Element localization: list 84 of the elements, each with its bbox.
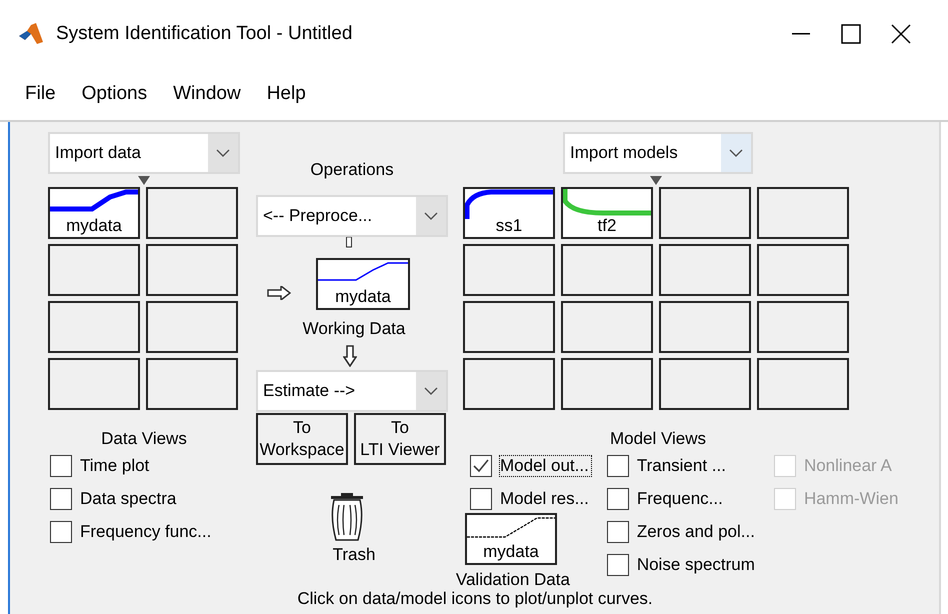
checkbox-label[interactable]: Transient ... <box>636 456 726 476</box>
empty-tile[interactable] <box>757 244 849 296</box>
checkbox-label[interactable]: Data spectra <box>80 488 176 508</box>
chevron-down-icon <box>424 387 438 395</box>
empty-tile[interactable] <box>463 244 555 296</box>
checkbox-label[interactable]: Model out... <box>500 456 591 476</box>
maximize-icon[interactable] <box>841 24 861 44</box>
checkbox[interactable] <box>606 454 629 476</box>
hint-text: Click on data/model icons to plot/unplot curves. <box>296 590 654 608</box>
section-title: Operations <box>309 160 395 180</box>
empty-tile[interactable] <box>659 187 751 239</box>
chevron-down-icon <box>424 212 438 220</box>
checkbox[interactable] <box>470 488 492 510</box>
checkbox[interactable] <box>606 488 629 510</box>
empty-tile[interactable] <box>146 358 238 410</box>
tile-label: mydata <box>334 287 392 307</box>
dropdown[interactable]: Estimate --> <box>256 370 448 412</box>
checkbox[interactable] <box>50 488 72 510</box>
dropdown[interactable]: <-- Preproce... <box>256 195 448 237</box>
curve-icon <box>467 515 555 539</box>
empty-tile[interactable] <box>561 301 653 353</box>
checkbox[interactable] <box>50 520 72 542</box>
chevron-down-icon <box>729 149 743 157</box>
empty-tile[interactable] <box>561 244 653 296</box>
empty-tile[interactable] <box>48 244 140 296</box>
tile-label: mydata <box>65 216 123 236</box>
tile-label: mydata <box>482 542 540 562</box>
dropdown[interactable]: Import data <box>48 132 240 174</box>
app-logo-icon <box>18 22 44 46</box>
model-tile[interactable]: tf2 <box>561 187 653 239</box>
checkbox-label[interactable]: Time plot <box>80 456 150 476</box>
checkbox-label[interactable]: Noise spectrum <box>636 554 755 574</box>
checkbox[interactable] <box>470 454 492 476</box>
curve-icon <box>318 260 408 282</box>
checkbox-label[interactable]: Frequenc... <box>636 488 723 508</box>
section-title: Model Views <box>608 429 708 449</box>
checkbox-label[interactable]: Frequency func... <box>80 522 212 542</box>
empty-tile[interactable] <box>146 244 238 296</box>
empty-tile[interactable] <box>757 187 849 239</box>
empty-tile[interactable] <box>463 301 555 353</box>
data-tile[interactable]: mydata <box>48 187 140 239</box>
empty-tile[interactable] <box>659 301 751 353</box>
empty-tile[interactable] <box>757 301 849 353</box>
empty-tile[interactable] <box>463 358 555 410</box>
menu-item[interactable]: Options <box>72 79 156 109</box>
empty-tile[interactable] <box>659 244 751 296</box>
tile-label: tf2 <box>596 216 618 236</box>
data-tile[interactable]: mydata <box>465 513 557 565</box>
model-tile[interactable]: ss1 <box>463 187 555 239</box>
caption: Working Data <box>302 319 406 339</box>
checkbox[interactable] <box>606 554 629 576</box>
empty-tile[interactable] <box>757 358 849 410</box>
window-title: System Identification Tool - Untitled <box>56 23 354 45</box>
menu-item[interactable]: File <box>16 79 65 109</box>
curve-icon <box>465 189 553 219</box>
empty-tile[interactable] <box>48 358 140 410</box>
caption: Validation Data <box>454 571 571 589</box>
export-button[interactable]: To Workspace <box>256 413 348 465</box>
close-icon[interactable] <box>891 24 911 44</box>
empty-tile[interactable] <box>561 358 653 410</box>
down-arrow-icon <box>343 345 357 367</box>
empty-tile[interactable] <box>146 187 238 239</box>
checkbox[interactable] <box>50 454 72 476</box>
trash-icon <box>330 493 364 543</box>
empty-tile[interactable] <box>146 301 238 353</box>
tile-label: ss1 <box>494 216 524 236</box>
menu-item[interactable]: Window <box>164 79 250 109</box>
empty-tile[interactable] <box>659 358 751 410</box>
right-arrow-icon <box>267 286 291 300</box>
minimize-icon[interactable] <box>792 33 810 35</box>
checkbox-label[interactable]: Model res... <box>500 488 589 508</box>
dropdown[interactable]: Import models <box>563 132 753 174</box>
checkbox[interactable] <box>606 520 629 542</box>
trash-label: Trash <box>332 545 376 565</box>
data-tile[interactable]: mydata <box>316 258 410 310</box>
section-title: Data Views <box>100 429 188 449</box>
drop-marker-icon <box>138 176 150 185</box>
drop-marker-icon <box>650 176 662 185</box>
chevron-down-icon <box>216 149 230 157</box>
checkbox-label[interactable]: Zeros and pol... <box>636 522 755 542</box>
export-button[interactable]: To LTI Viewer <box>354 413 446 465</box>
menu-item[interactable]: Help <box>258 79 315 109</box>
empty-tile[interactable] <box>48 301 140 353</box>
connector-icon <box>346 237 352 248</box>
